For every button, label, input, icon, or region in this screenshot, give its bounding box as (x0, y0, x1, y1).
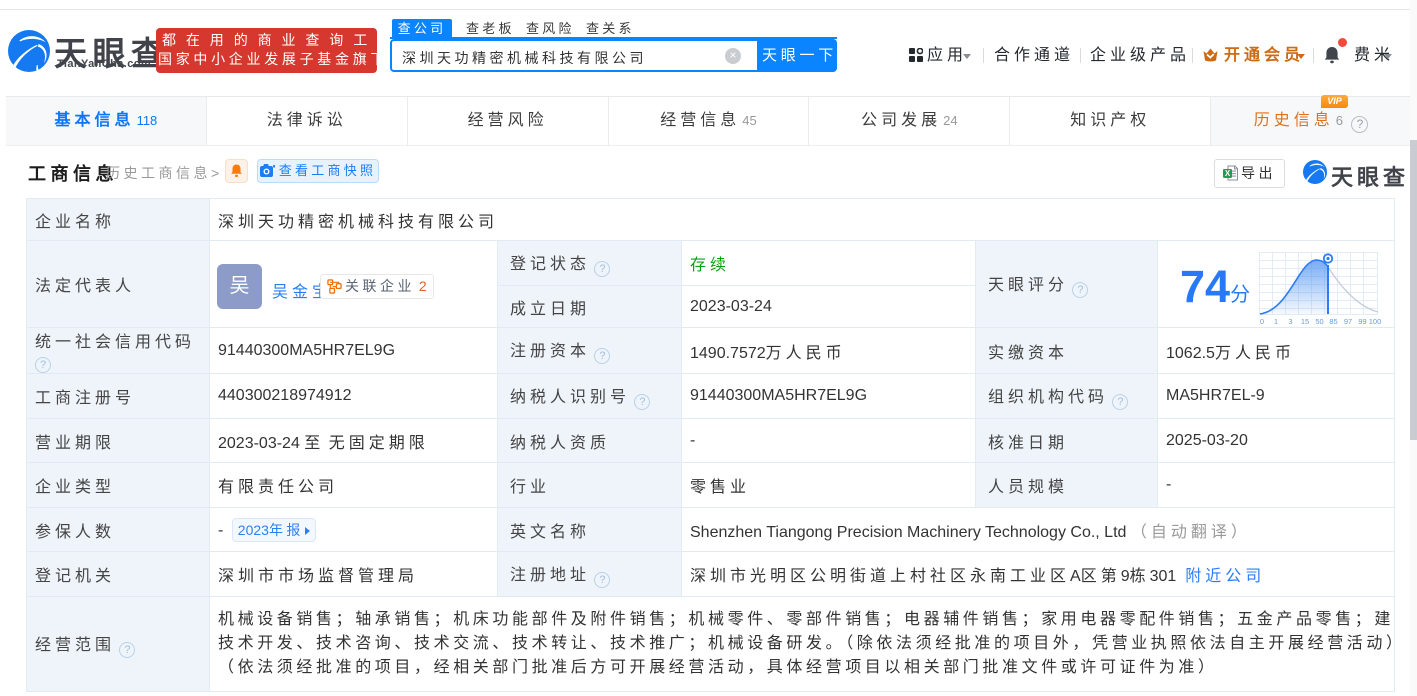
svg-text:0: 0 (1260, 317, 1264, 326)
svg-text:X: X (1225, 169, 1231, 178)
svg-text:99: 99 (1358, 317, 1366, 326)
svg-text:50: 50 (1315, 317, 1323, 326)
svg-text:85: 85 (1329, 317, 1337, 326)
svg-text:97: 97 (1344, 317, 1352, 326)
svg-text:1: 1 (1274, 317, 1278, 326)
svg-text:100: 100 (1369, 317, 1381, 326)
svg-text:3: 3 (1288, 317, 1292, 326)
svg-text:15: 15 (1301, 317, 1309, 326)
